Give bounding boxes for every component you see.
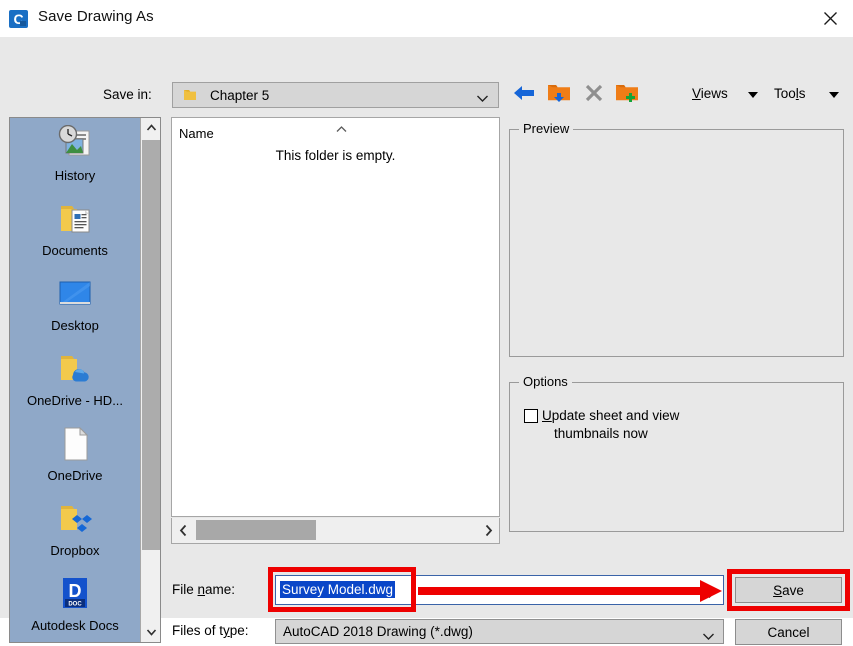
svg-text:D: D [69,581,82,601]
chevron-down-icon [476,90,489,108]
sidebar-item-desktop[interactable]: Desktop [10,268,140,343]
scroll-up-icon[interactable] [141,118,160,138]
sidebar-item-label: OneDrive - HD... [26,393,124,408]
save-in-dropdown[interactable]: Chapter 5 [172,82,499,108]
file-name-field[interactable]: Survey Model.dwg [275,575,724,605]
sidebar-item-label: Dropbox [50,543,100,558]
horizontal-scroll-thumb[interactable] [196,520,316,540]
window-title: Save Drawing As [38,8,154,25]
close-icon[interactable] [807,0,853,36]
sidebar-item-history[interactable]: History [10,118,140,193]
file-list[interactable]: Name This folder is empty. [171,117,500,517]
empty-folder-message: This folder is empty. [275,148,396,163]
onedrive-folder-icon [55,347,95,391]
back-button[interactable] [510,81,538,109]
file-name-value[interactable]: Survey Model.dwg [280,581,396,598]
dropbox-folder-icon [55,497,95,541]
options-title: Options [519,374,572,389]
document-page-icon [55,422,95,466]
column-header-name[interactable]: Name [179,126,214,141]
preview-group: Preview [509,121,844,357]
history-icon [55,122,95,166]
files-of-type-dropdown[interactable]: AutoCAD 2018 Drawing (*.dwg) [275,619,724,644]
save-in-value: Chapter 5 [210,87,270,103]
sidebar-item-onedrive[interactable]: OneDrive [10,418,140,493]
update-thumbnails-label: Update sheet and view thumbnails now [542,408,680,441]
files-of-type-value: AutoCAD 2018 Drawing (*.dwg) [283,624,473,639]
sidebar-item-documents[interactable]: Documents [10,193,140,268]
cancel-button-label: Cancel [767,624,810,640]
files-of-type-label: Files of type: [172,623,249,638]
delete-button[interactable] [580,81,608,109]
desktop-icon [55,272,95,316]
sidebar-item-onedrive-hd[interactable]: OneDrive - HD... [10,343,140,418]
save-drawing-dialog: Save in: Chapter 5 Views Tools History D… [0,37,853,645]
places-bar: History Documents Desktop OneDrive - HD.… [9,117,161,643]
svg-text:DOC: DOC [68,602,82,608]
sidebar-item-label: Desktop [51,318,99,333]
folder-new-icon [615,82,639,109]
views-menu[interactable]: Views [692,86,728,101]
new-folder-button[interactable] [613,81,641,109]
documents-folder-icon [55,197,95,241]
file-name-label: File name: [172,582,236,597]
title-bar: C Save Drawing As [0,0,853,38]
places-scroll-thumb[interactable] [142,140,160,550]
tools-menu[interactable]: Tools [774,86,806,101]
autodesk-docs-icon: D DOC [55,572,95,616]
save-button[interactable]: Save [735,577,842,603]
sidebar-item-label: Autodesk Docs [31,618,119,633]
files-of-type-chevron-down-icon [702,628,715,646]
sidebar-item-dropbox[interactable]: Dropbox [10,493,140,568]
options-group: Options Update sheet and view thumbnails… [509,374,844,532]
folder-icon [183,88,197,102]
tools-chevron-down-icon[interactable] [829,92,840,99]
sidebar-item-autodesk-docs[interactable]: D DOC Autodesk Docs [10,568,140,642]
scroll-right-icon[interactable] [477,518,499,542]
file-name-chevron-down-icon[interactable] [703,586,716,604]
up-one-level-button[interactable] [545,81,573,109]
places-list: History Documents Desktop OneDrive - HD.… [10,118,140,642]
sort-ascending-icon [335,120,348,138]
preview-title: Preview [519,121,574,136]
folder-up-icon [547,82,571,109]
places-scrollbar[interactable] [140,118,160,642]
autocad-icon: C [9,9,29,29]
sidebar-item-label: History [54,168,96,183]
save-in-label: Save in: [103,87,152,102]
update-thumbnails-checkbox-row[interactable]: Update sheet and view thumbnails now [524,407,679,443]
update-thumbnails-checkbox[interactable] [524,409,538,423]
scroll-down-icon[interactable] [141,622,160,642]
scroll-left-icon[interactable] [172,518,194,542]
close-x-icon [584,83,604,108]
views-chevron-down-icon[interactable] [748,92,759,99]
sidebar-item-label: Documents [42,243,108,258]
file-list-horizontal-scrollbar[interactable] [171,518,500,544]
back-arrow-icon [512,83,536,108]
cancel-button[interactable]: Cancel [735,619,842,645]
sidebar-item-label: OneDrive [47,468,103,483]
